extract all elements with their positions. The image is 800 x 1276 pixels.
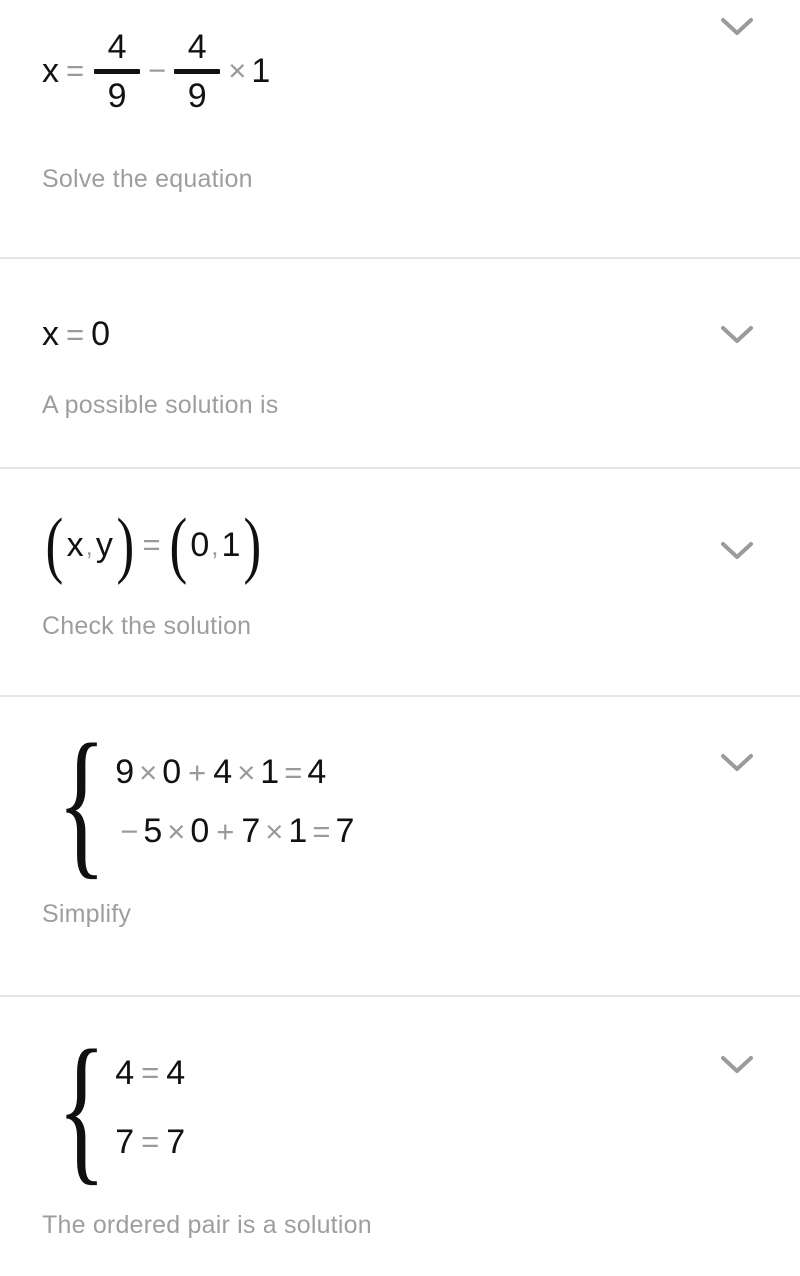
math-token-zero: 0 (190, 525, 210, 564)
paren-open-left: ( (45, 504, 64, 586)
math-operator-minus: − (148, 53, 167, 88)
math-token-rhs: 7 (166, 1122, 186, 1161)
paren-close-left: ) (116, 504, 135, 586)
math-operator-equals: = (284, 754, 303, 790)
expression-row: x = 4 9 − 4 9 × 1 (42, 0, 800, 142)
math-operator-times: × (139, 754, 158, 790)
expression-row: x = 0 (42, 259, 800, 392)
chevron-down-icon[interactable] (717, 743, 757, 783)
fraction-four-ninths-second: 4 9 (174, 27, 221, 115)
step-card-ordered-pair-solution[interactable]: { 4 = 4 7 = 7 The ordered pair is a solu… (0, 997, 800, 1276)
math-token-0: 0 (190, 812, 210, 850)
system-rows: 9 × 0 + 4 × 1 = 4 − 5 × 0 + 7 × 1 = 7 (115, 753, 354, 851)
chevron-down-icon[interactable] (717, 531, 757, 571)
equation-system-substituted: { 9 × 0 + 4 × 1 = 4 − 5 × 0 + 7 × 1 = 7 (42, 710, 354, 893)
math-token-result: 7 (335, 812, 355, 850)
brace-left: { (57, 710, 107, 893)
math-token-5: 5 (143, 812, 163, 850)
math-operator-equals: = (141, 1055, 160, 1090)
fraction-bar (174, 68, 221, 74)
fraction-denominator: 9 (187, 76, 207, 115)
math-token-9: 9 (115, 753, 135, 791)
step-caption: The ordered pair is a solution (42, 1211, 372, 1239)
math-token-1: 1 (260, 753, 280, 791)
math-token-4: 4 (213, 753, 233, 791)
equation-x-equals-zero: x = 0 (42, 315, 110, 354)
paren-open-right: ( (169, 504, 187, 586)
math-operator-equals: = (141, 1124, 160, 1159)
chevron-down-icon[interactable] (717, 1045, 757, 1085)
math-token-rhs: 4 (166, 1053, 186, 1092)
math-operator-equals: = (66, 316, 85, 352)
fraction-bar (94, 68, 141, 74)
math-operator-times: × (167, 813, 186, 849)
chevron-down-icon[interactable] (717, 7, 757, 47)
chevron-down-icon[interactable] (717, 315, 757, 355)
math-operator-equals: = (66, 53, 85, 88)
math-operator-equals: = (142, 527, 161, 562)
math-token-x: x (42, 51, 59, 90)
math-comma: , (85, 531, 93, 561)
system-rows: 4 = 4 7 = 7 (115, 1054, 185, 1162)
math-operator-equals: = (312, 813, 331, 849)
math-operator-plus: + (188, 754, 207, 790)
math-token-x: x (66, 525, 84, 564)
math-token-x: x (42, 315, 59, 353)
step-caption: Solve the equation (42, 165, 253, 193)
equation-fraction-expression: x = 4 9 − 4 9 × 1 (42, 28, 270, 115)
step-card-check-solution[interactable]: ( x , y ) = ( 0 , 1 ) Check the solution (0, 469, 800, 697)
equation-ordered-pair: ( x , y ) = ( 0 , 1 ) (42, 504, 265, 586)
step-card-simplify[interactable]: { 9 × 0 + 4 × 1 = 4 − 5 × 0 + 7 × 1 = 7 … (0, 697, 800, 997)
step-caption: Simplify (42, 900, 132, 928)
math-token-lhs: 4 (115, 1053, 135, 1092)
math-operator-times: × (265, 813, 284, 849)
step-card-solve-equation[interactable]: x = 4 9 − 4 9 × 1 Solve the equation (0, 0, 800, 259)
expression-row: { 4 = 4 7 = 7 (42, 997, 800, 1200)
expression-row: ( x , y ) = ( 0 , 1 ) (42, 469, 800, 605)
solution-steps-list: x = 4 9 − 4 9 × 1 Solve the equation x =… (0, 0, 800, 1276)
system-row: − 5 × 0 + 7 × 1 = 7 (115, 812, 354, 851)
equation-system-verified: { 4 = 4 7 = 7 (42, 1015, 185, 1199)
math-operator-plus: + (216, 813, 235, 849)
step-caption: A possible solution is (42, 391, 279, 419)
expression-row: { 9 × 0 + 4 × 1 = 4 − 5 × 0 + 7 × 1 = 7 (42, 697, 800, 893)
fraction-four-ninths-first: 4 9 (94, 27, 141, 115)
math-token-lhs: 7 (115, 1122, 135, 1161)
step-caption: Check the solution (42, 612, 252, 640)
math-operator-times: × (228, 53, 247, 88)
math-operator-times: × (237, 754, 256, 790)
fraction-numerator: 4 (107, 27, 127, 66)
step-card-possible-solution[interactable]: x = 0 A possible solution is (0, 259, 800, 469)
math-token-one: 1 (251, 51, 271, 90)
math-token-7: 7 (241, 812, 261, 850)
brace-left: { (57, 1015, 107, 1199)
fraction-denominator: 9 (107, 76, 127, 115)
fraction-numerator: 4 (187, 27, 207, 66)
math-token-1: 1 (288, 812, 308, 850)
system-row: 4 = 4 (115, 1054, 185, 1093)
system-row: 7 = 7 (115, 1123, 185, 1162)
system-row: 9 × 0 + 4 × 1 = 4 (115, 753, 354, 792)
math-token-result: 4 (307, 753, 327, 791)
math-token-0: 0 (162, 753, 182, 791)
math-token-zero: 0 (91, 315, 111, 353)
math-comma: , (211, 531, 219, 561)
math-operator-negative: − (120, 813, 139, 849)
math-token-y: y (95, 525, 113, 564)
math-token-one: 1 (221, 525, 241, 564)
paren-close-right: ) (243, 504, 262, 586)
